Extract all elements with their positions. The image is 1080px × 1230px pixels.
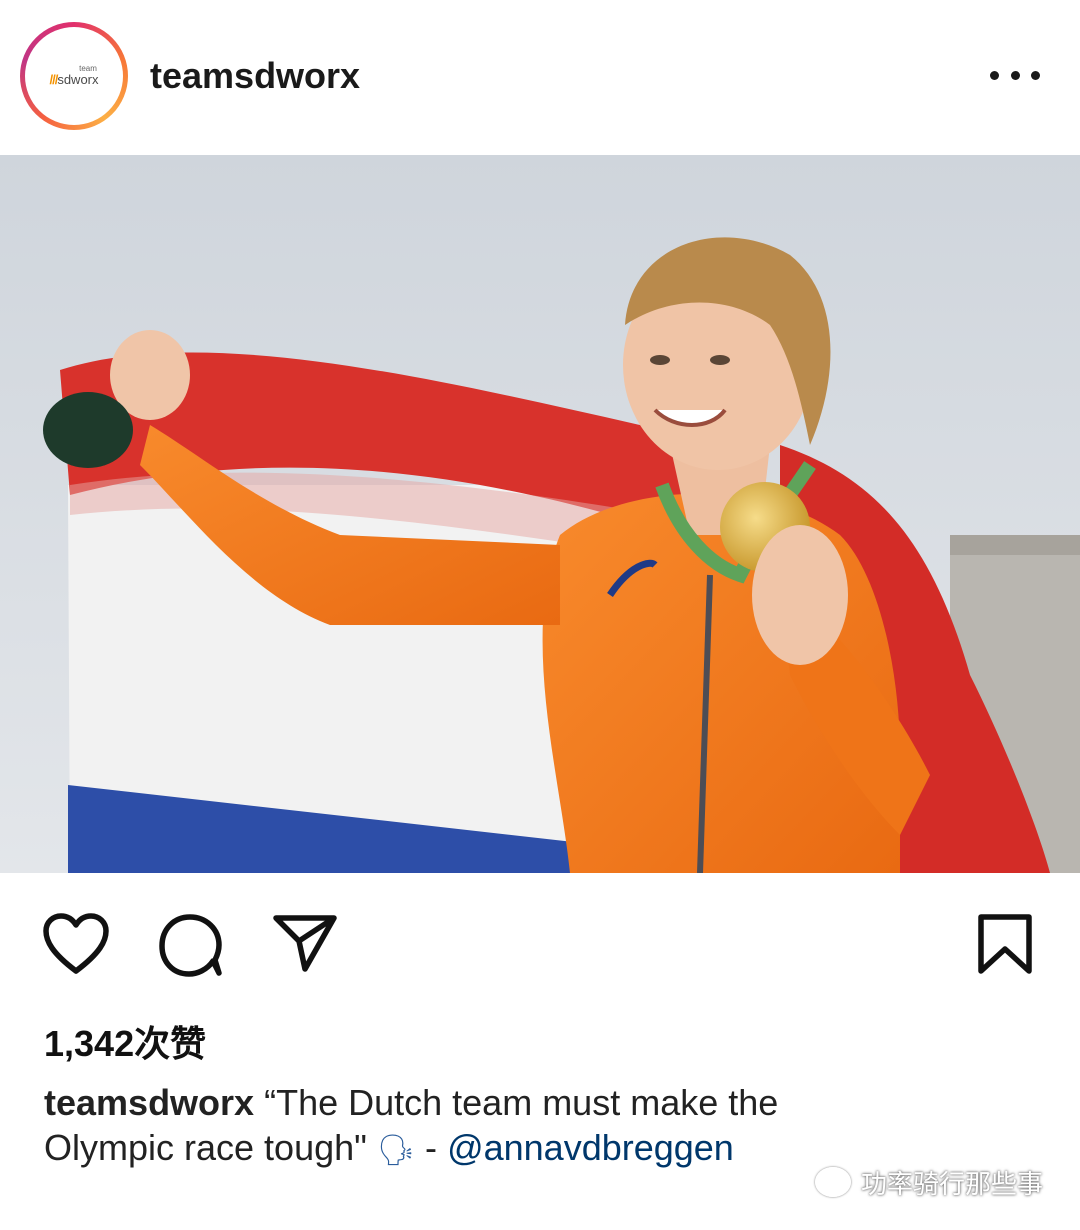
wechat-icon [815, 1167, 851, 1197]
send-icon[interactable] [272, 913, 338, 973]
post-header: team ///sdworx teamsdworx [0, 0, 1080, 155]
caption-username[interactable]: teamsdworx [44, 1082, 254, 1123]
caption-text-line2: Olympic race tough" [44, 1127, 367, 1168]
comment-icon[interactable] [158, 913, 224, 979]
post-username[interactable]: teamsdworx [150, 55, 360, 97]
heart-icon[interactable] [42, 913, 110, 975]
caption-dash: - [425, 1127, 438, 1168]
caption-text-line1: “The Dutch team must make the [264, 1082, 779, 1123]
avatar[interactable]: team ///sdworx [20, 22, 128, 130]
post-actions-bar [0, 873, 1080, 993]
speaking-head-emoji: 🗣 [376, 1134, 416, 1167]
more-options-icon[interactable] [990, 60, 1040, 90]
likes-count[interactable]: 1,342次赞 [44, 1015, 206, 1067]
post-photo[interactable] [0, 155, 1080, 873]
mention-link[interactable]: @annavdbreggen [447, 1127, 734, 1168]
post-caption: teamsdworx “The Dutch team must make the… [44, 1080, 1044, 1173]
team-logo: team ///sdworx [25, 27, 123, 125]
watermark: 功率骑行那些事 [815, 1162, 1043, 1202]
bookmark-icon[interactable] [977, 913, 1033, 975]
watermark-text: 功率骑行那些事 [861, 1168, 1044, 1199]
logo-brand-text: ///sdworx [49, 72, 99, 87]
olympic-champion-photo [0, 155, 1080, 873]
